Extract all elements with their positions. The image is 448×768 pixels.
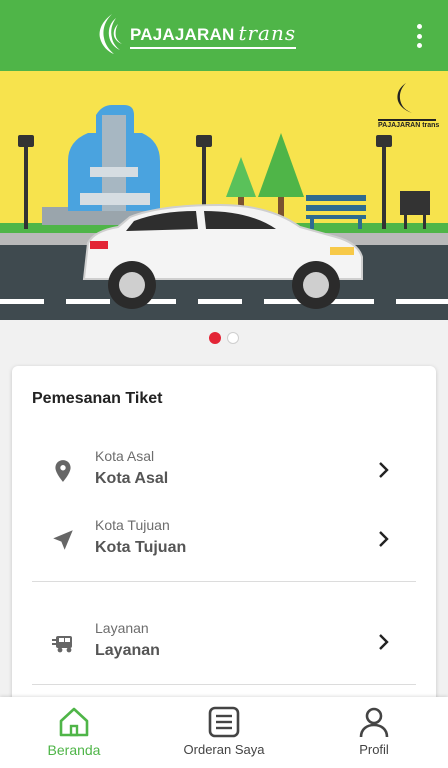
brand-name: PAJAJARAN trans <box>130 21 297 49</box>
list-icon <box>208 706 240 738</box>
svg-text:PAJAJARAN trans: PAJAJARAN trans <box>378 122 439 129</box>
chevron-right-icon <box>379 531 389 547</box>
location-pin-icon <box>55 460 71 482</box>
nav-item-profil[interactable]: Profil <box>334 697 414 768</box>
brand-primary: PAJAJARAN <box>130 25 235 44</box>
destination-label: Kota Tujuan <box>95 517 170 533</box>
nav-item-orderan-saya[interactable]: Orderan Saya <box>174 697 274 768</box>
booking-title: Pemesanan Tiket <box>32 390 163 407</box>
service-value: Layanan <box>95 642 160 659</box>
menu-dot-icon <box>416 33 422 39</box>
home-icon <box>59 707 89 737</box>
destination-city-selector[interactable]: Kota Tujuan Kota Tujuan <box>12 509 436 569</box>
service-label: Layanan <box>95 620 149 636</box>
section-divider <box>32 581 416 582</box>
carousel-dot[interactable] <box>227 332 239 344</box>
nav-label: Beranda <box>47 742 101 758</box>
booking-card: Pemesanan Tiket Kota Asal Kota Asal Kota… <box>12 366 436 706</box>
origin-value: Kota Asal <box>95 470 169 487</box>
shuttle-icon <box>52 636 72 653</box>
bottom-navigation: Beranda Orderan Saya Profil <box>0 697 448 768</box>
service-selector[interactable]: Layanan Layanan <box>12 612 436 672</box>
nav-label: Profil <box>359 742 389 757</box>
navigation-arrow-icon <box>53 530 73 550</box>
carousel-indicator <box>0 332 448 344</box>
brand-logo: PAJAJARAN trans <box>96 12 297 58</box>
origin-city-selector[interactable]: Kota Asal Kota Asal <box>12 440 436 500</box>
section-divider <box>32 684 416 685</box>
nav-item-beranda[interactable]: Beranda <box>34 697 114 768</box>
app-bar: PAJAJARAN trans <box>0 0 448 71</box>
menu-dot-icon <box>416 43 422 48</box>
chevron-right-icon <box>379 634 389 650</box>
brand-logo-icon <box>99 14 122 54</box>
banner-illustration: PAJAJARAN trans <box>0 71 448 320</box>
nav-label: Orderan Saya <box>183 742 265 757</box>
promo-banner[interactable]: PAJAJARAN trans <box>0 71 448 320</box>
origin-label: Kota Asal <box>95 448 155 464</box>
menu-dot-icon <box>416 24 422 29</box>
chevron-right-icon <box>379 462 389 478</box>
carousel-dot-active[interactable] <box>209 332 221 344</box>
person-icon <box>359 707 389 738</box>
destination-value: Kota Tujuan <box>95 539 187 556</box>
overflow-menu-button[interactable] <box>410 24 428 48</box>
brand-secondary: trans <box>238 21 297 45</box>
